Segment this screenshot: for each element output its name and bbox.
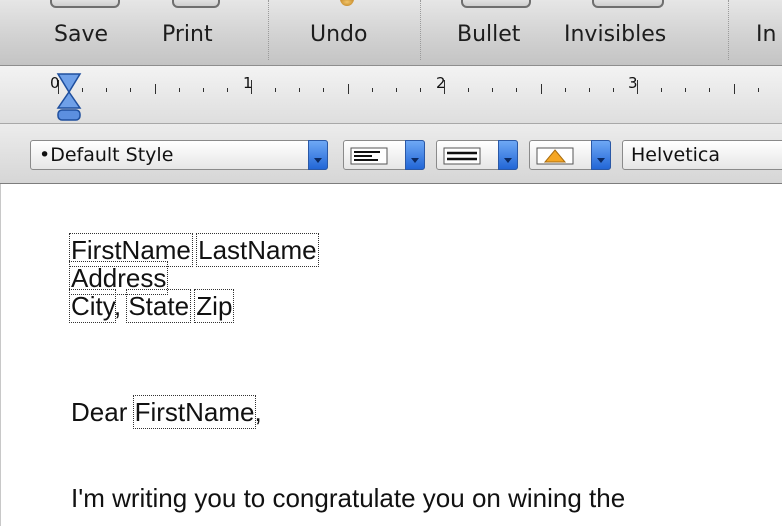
ruler-number-1: 1 — [243, 74, 253, 92]
ruler-tick — [275, 88, 277, 92]
chevron-down-icon — [405, 140, 425, 170]
line-spacing-popup[interactable] — [436, 140, 518, 170]
toolbar-button-partial[interactable]: In — [756, 0, 782, 66]
line-spacing-icon — [443, 147, 481, 165]
ruler-tick — [347, 84, 349, 94]
ruler-tick — [709, 88, 711, 92]
ruler-tick — [661, 88, 663, 92]
undo-label: Undo — [310, 22, 368, 47]
save-icon — [50, 0, 120, 8]
ruler-tick — [154, 84, 156, 94]
merge-field-city[interactable]: City — [69, 289, 116, 323]
ruler-tick — [323, 88, 325, 92]
ruler-tick — [540, 84, 542, 94]
merge-field-address[interactable]: Address — [68, 261, 169, 295]
ruler-tick — [299, 88, 301, 92]
toolbar-separator — [268, 0, 269, 60]
ruler-tick — [685, 88, 687, 92]
bullet-label: Bullet — [457, 22, 521, 47]
city-state-zip-line: City, State Zip — [69, 289, 235, 323]
ruler-number-3: 3 — [628, 74, 638, 92]
ruler-tick — [202, 88, 204, 92]
paragraph-style-popup[interactable]: •Default Style — [30, 140, 328, 170]
chevron-down-icon — [498, 140, 518, 170]
font-value: Helvetica — [631, 144, 721, 166]
print-button[interactable]: Print — [160, 0, 232, 66]
ruler-tick — [419, 88, 421, 92]
ruler-tick — [468, 88, 470, 92]
partial-label: In — [756, 22, 777, 47]
list-warning-icon — [536, 147, 574, 165]
merge-field-salutation-name[interactable]: FirstName — [132, 395, 257, 429]
ruler-tick — [733, 84, 735, 94]
undo-icon — [340, 0, 354, 6]
bullet-icon — [461, 0, 531, 8]
toolbar-separator — [728, 0, 729, 60]
indent-marker-icon[interactable] — [56, 68, 82, 122]
ruler-tick — [371, 88, 373, 92]
merge-field-state[interactable]: State — [126, 289, 192, 323]
ruler-number-2: 2 — [436, 74, 446, 92]
toolbar: Save Print Undo Bullet Invisibles In — [0, 0, 782, 66]
salutation-comma: , — [254, 397, 262, 427]
print-icon — [172, 0, 220, 8]
save-label: Save — [54, 22, 109, 47]
merge-field-zip[interactable]: Zip — [194, 289, 235, 323]
ruler-tick — [492, 88, 494, 92]
invisibles-icon — [592, 0, 664, 8]
body-line: I'm writing you to congratulate you on w… — [71, 483, 626, 513]
chevron-down-icon — [308, 140, 328, 170]
merge-field-first-name[interactable]: FirstName — [69, 233, 193, 267]
ruler-tick — [395, 88, 397, 92]
invisibles-label: Invisibles — [564, 22, 667, 47]
save-button[interactable]: Save — [50, 0, 120, 66]
font-popup[interactable]: Helvetica — [622, 140, 782, 170]
document-area[interactable]: FirstName LastName Address City, State Z… — [0, 184, 782, 526]
invisibles-button[interactable]: Invisibles — [562, 0, 702, 66]
salutation-line: Dear FirstName, — [71, 395, 262, 429]
bullet-button[interactable]: Bullet — [455, 0, 535, 66]
merge-field-last-name[interactable]: LastName — [196, 233, 319, 267]
alignment-popup[interactable] — [343, 140, 425, 170]
ruler-tick — [612, 88, 614, 92]
ruler-tick — [82, 88, 84, 92]
ruler-tick — [516, 88, 518, 92]
align-left-icon — [350, 147, 388, 165]
ruler-tick — [588, 88, 590, 92]
ruler-tick — [106, 88, 108, 92]
address-name-line: FirstName LastName — [69, 233, 319, 267]
ruler-tick — [757, 88, 759, 92]
ruler-tick — [130, 88, 132, 92]
comma-text: , — [113, 291, 122, 321]
format-bar: •Default Style Helvetica — [0, 124, 782, 184]
ruler-tick — [564, 88, 566, 92]
undo-button[interactable]: Undo — [308, 0, 388, 66]
ruler[interactable]: 0 1 2 3 — [0, 66, 782, 124]
list-popup[interactable] — [529, 140, 611, 170]
paragraph-style-value: •Default Style — [39, 144, 174, 166]
salutation-text: Dear — [71, 397, 135, 427]
print-label: Print — [162, 22, 213, 47]
chevron-down-icon — [591, 140, 611, 170]
address-line: Address — [68, 261, 169, 295]
ruler-tick — [226, 88, 228, 92]
ruler-tick — [178, 88, 180, 92]
toolbar-separator — [420, 0, 421, 60]
